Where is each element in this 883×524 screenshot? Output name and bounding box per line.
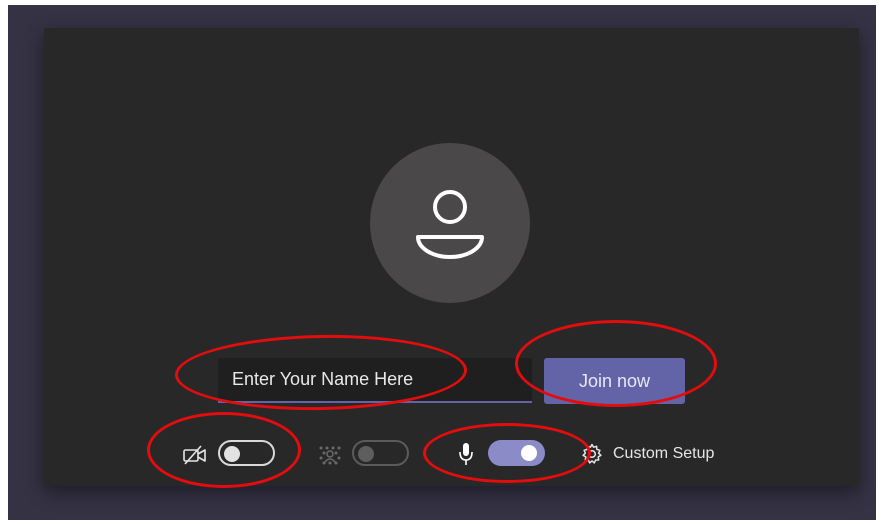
background-effects-toggle[interactable] [352,440,409,466]
custom-setup-button[interactable]: Custom Setup [581,441,714,467]
video-toggle[interactable] [218,440,275,466]
microphone-icon [458,442,474,471]
name-input[interactable] [218,358,532,403]
toggle-knob [224,446,240,462]
toggle-knob [358,446,374,462]
camera-off-icon [182,444,208,471]
microphone-toggle[interactable] [488,440,545,466]
gear-icon [581,443,603,465]
background-blur-icon [318,445,342,470]
toggle-knob [521,445,537,461]
join-now-button[interactable]: Join now [544,358,685,404]
user-avatar [370,143,530,303]
prejoin-panel: Join now [44,28,859,486]
custom-setup-label: Custom Setup [613,445,715,462]
person-icon [416,190,484,259]
